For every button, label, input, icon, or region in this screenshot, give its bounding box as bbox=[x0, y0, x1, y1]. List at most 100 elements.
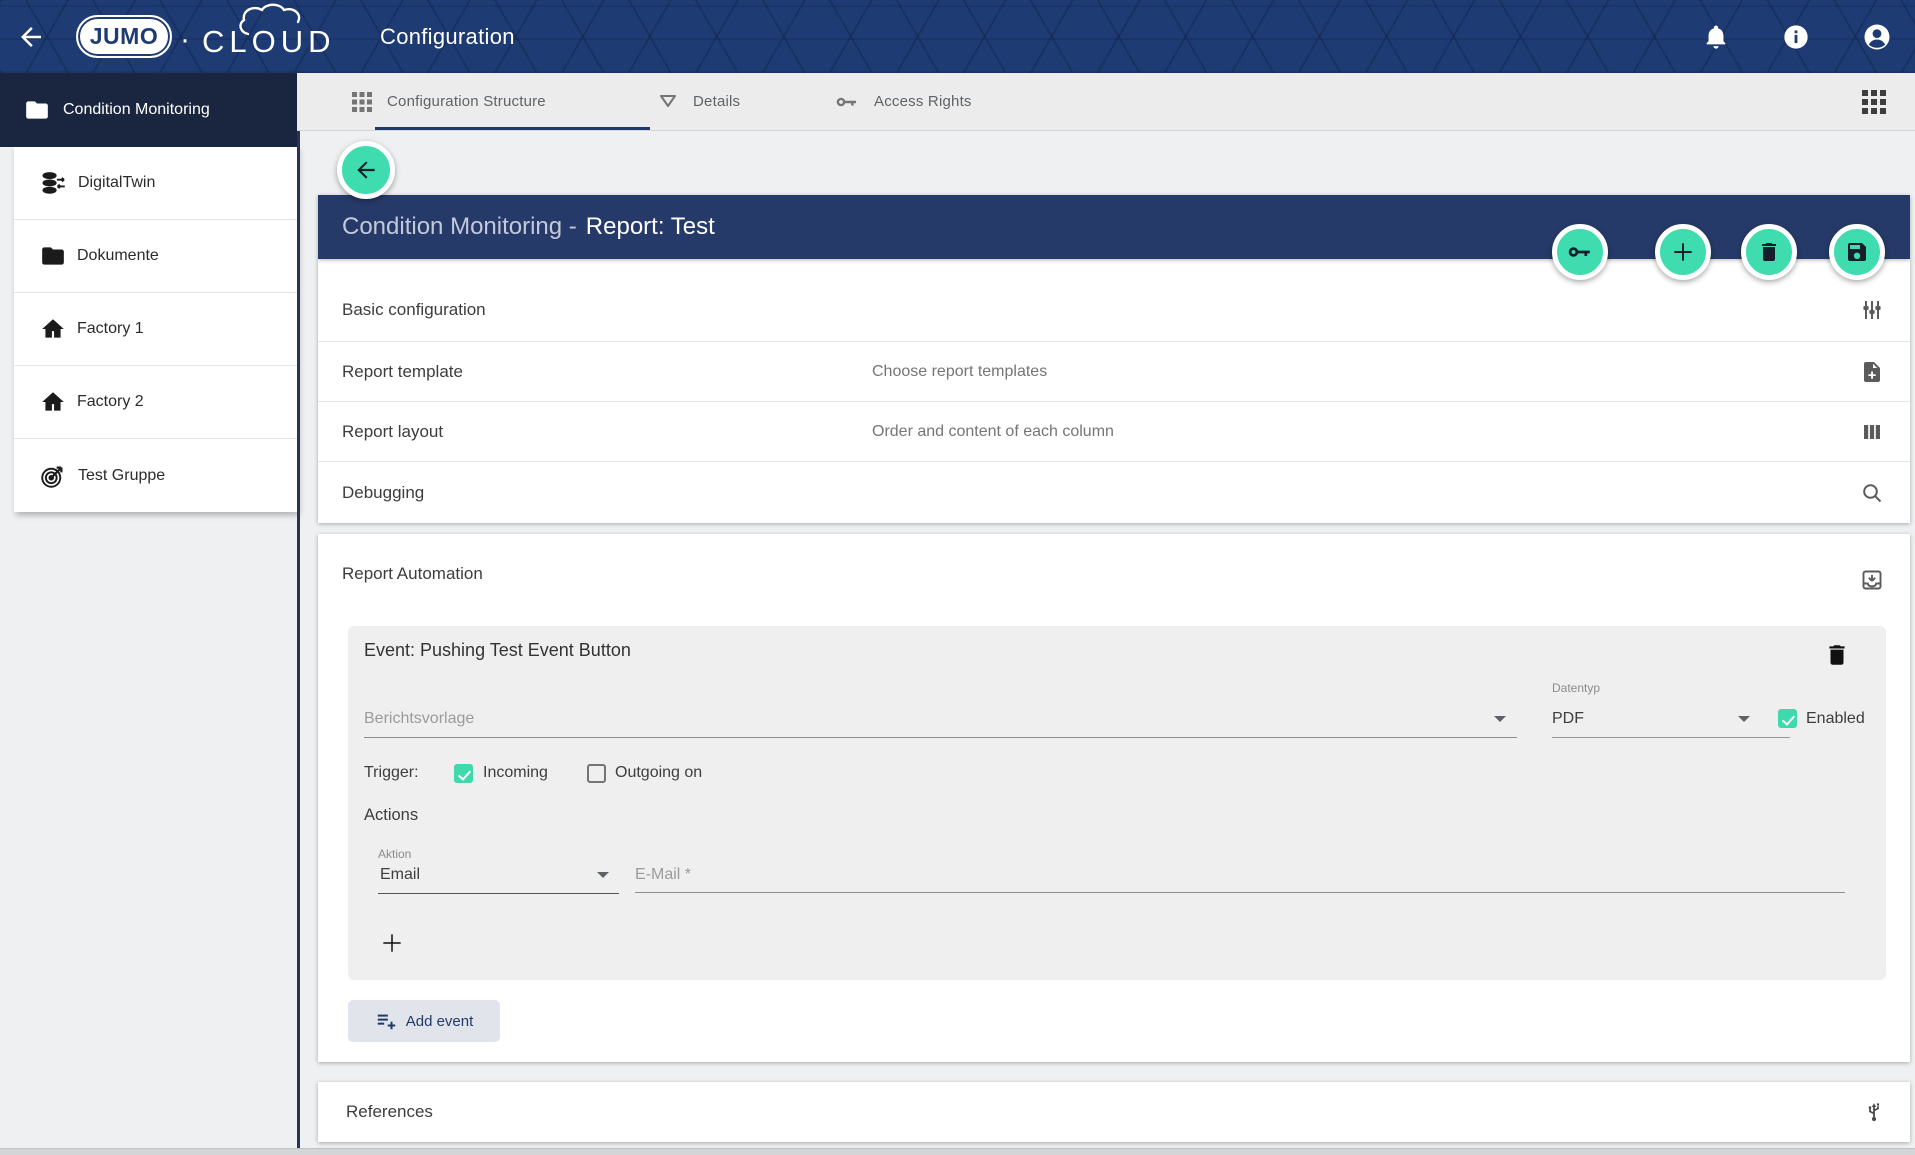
content-scrollbar[interactable] bbox=[297, 131, 300, 1155]
back-fab-button[interactable] bbox=[337, 141, 395, 199]
folder-icon bbox=[24, 97, 50, 123]
search-icon[interactable] bbox=[1860, 481, 1884, 505]
incoming-label: Incoming bbox=[483, 764, 548, 782]
sidebar-item-label: Dokumente bbox=[77, 247, 159, 265]
jumo-logo-text: JUMO bbox=[90, 23, 158, 50]
basic-configuration-card: Basic configuration Report template Choo… bbox=[318, 259, 1910, 523]
incoming-checkbox[interactable] bbox=[454, 764, 473, 783]
action-select[interactable]: Email bbox=[380, 866, 420, 884]
email-field[interactable]: E-Mail * bbox=[635, 866, 691, 884]
notifications-bell-icon[interactable] bbox=[1702, 23, 1730, 51]
sidebar-item-test-gruppe[interactable]: Test Gruppe bbox=[14, 439, 297, 512]
plus-icon bbox=[1670, 239, 1696, 265]
row-label: Basic configuration bbox=[342, 300, 486, 320]
chevron-down-icon[interactable] bbox=[597, 872, 609, 878]
active-tab-indicator bbox=[375, 127, 650, 130]
enabled-checkbox[interactable] bbox=[1778, 709, 1797, 728]
section-title: Report Automation bbox=[342, 564, 483, 584]
funnel-icon bbox=[658, 92, 678, 112]
sidebar-item-digitaltwin[interactable]: DigitalTwin bbox=[14, 147, 297, 220]
datatype-label: Datentyp bbox=[1552, 681, 1600, 695]
row-secondary: Choose report templates bbox=[872, 363, 1047, 381]
back-arrow-icon[interactable] bbox=[16, 22, 46, 52]
grid-view-icon[interactable] bbox=[1862, 90, 1886, 114]
chevron-down-icon[interactable] bbox=[1494, 716, 1506, 722]
app-bar: JUMO · CLOUD Configuration bbox=[0, 0, 1915, 73]
detail-title-prefix: Condition Monitoring - bbox=[342, 213, 577, 241]
tab-access-rights[interactable]: Access Rights bbox=[835, 73, 972, 130]
report-template-select[interactable]: Berichtsvorlage bbox=[364, 710, 474, 728]
references-label: References bbox=[346, 1102, 433, 1122]
save-fab-button[interactable] bbox=[1829, 224, 1885, 280]
tab-details[interactable]: Details bbox=[658, 73, 740, 130]
row-report-template[interactable]: Report template Choose report templates bbox=[318, 342, 1910, 402]
add-event-button[interactable]: Add event bbox=[348, 1000, 500, 1042]
add-event-label: Add event bbox=[406, 1013, 474, 1030]
row-secondary: Order and content of each column bbox=[872, 423, 1114, 441]
page-title: Configuration bbox=[380, 0, 515, 73]
row-label: Debugging bbox=[342, 483, 424, 503]
sidebar-item-dokumente[interactable]: Dokumente bbox=[14, 220, 297, 293]
account-icon[interactable] bbox=[1862, 22, 1890, 50]
grid-icon bbox=[352, 92, 372, 112]
trash-icon bbox=[1757, 240, 1781, 264]
row-label: Report template bbox=[342, 362, 463, 382]
key-icon bbox=[1567, 239, 1593, 265]
outgoing-label: Outgoing on bbox=[615, 764, 702, 782]
tab-configuration-structure[interactable]: Configuration Structure bbox=[352, 73, 546, 130]
references-card[interactable]: References bbox=[318, 1082, 1910, 1142]
target-arrow-icon bbox=[40, 462, 67, 489]
key-icon bbox=[835, 90, 859, 114]
select-underline bbox=[364, 737, 1517, 738]
action-label: Aktion bbox=[378, 847, 411, 861]
report-automation-card: Report Automation Event: Pushing Test Ev… bbox=[318, 534, 1910, 1062]
chevron-down-icon[interactable] bbox=[1738, 716, 1750, 722]
trigger-label: Trigger: bbox=[364, 764, 419, 782]
usb-icon[interactable] bbox=[1862, 1100, 1886, 1124]
event-panel: Event: Pushing Test Event Button Bericht… bbox=[348, 626, 1886, 980]
logo-separator: · bbox=[180, 23, 190, 57]
add-action-button[interactable] bbox=[379, 930, 405, 956]
event-title: Event: Pushing Test Event Button bbox=[364, 640, 631, 661]
row-label: Report layout bbox=[342, 422, 443, 442]
access-rights-fab-button[interactable] bbox=[1552, 224, 1608, 280]
playlist-add-icon bbox=[375, 1010, 397, 1032]
sidebar-item-factory-2[interactable]: Factory 2 bbox=[14, 366, 297, 439]
bottom-edge-strip bbox=[0, 1148, 1915, 1155]
jumo-logo: JUMO bbox=[76, 15, 172, 58]
arrow-left-icon bbox=[353, 157, 379, 183]
detail-title-name: Report: Test bbox=[586, 213, 715, 241]
sidebar-list: DigitalTwin Dokumente Factory 1 Factory … bbox=[14, 147, 297, 512]
row-report-layout[interactable]: Report layout Order and content of each … bbox=[318, 402, 1910, 462]
actions-label: Actions bbox=[364, 806, 418, 825]
sidebar-item-factory-1[interactable]: Factory 1 bbox=[14, 293, 297, 366]
info-icon[interactable] bbox=[1782, 23, 1810, 51]
input-underline bbox=[635, 892, 1845, 893]
row-debugging[interactable]: Debugging bbox=[318, 462, 1910, 523]
outgoing-checkbox[interactable] bbox=[587, 764, 606, 783]
delete-fab-button[interactable] bbox=[1741, 224, 1797, 280]
cloud-logo-text: CLOUD bbox=[202, 24, 336, 60]
trash-icon[interactable] bbox=[1824, 642, 1850, 668]
jumo-cloud-app: JUMO · CLOUD Configuration Configuration… bbox=[0, 0, 1915, 1155]
sidebar-item-label: Condition Monitoring bbox=[63, 101, 210, 119]
select-underline bbox=[378, 893, 619, 894]
folder-icon bbox=[40, 243, 66, 269]
tab-bar: Configuration Structure Details Access R… bbox=[297, 73, 1915, 131]
save-icon bbox=[1845, 240, 1869, 264]
datatype-select[interactable]: PDF bbox=[1552, 710, 1584, 728]
sidebar-item-condition-monitoring[interactable]: Condition Monitoring bbox=[0, 73, 297, 147]
tab-label: Access Rights bbox=[874, 93, 972, 110]
columns-icon[interactable] bbox=[1860, 420, 1884, 444]
sidebar-item-label: Test Gruppe bbox=[78, 467, 165, 485]
digital-twin-database-icon bbox=[40, 170, 67, 197]
note-add-icon[interactable] bbox=[1860, 360, 1884, 384]
add-fab-button[interactable] bbox=[1655, 224, 1711, 280]
tab-label: Details bbox=[693, 93, 740, 110]
home-icon bbox=[40, 389, 66, 415]
tune-sliders-icon[interactable] bbox=[1860, 298, 1884, 322]
sidebar-item-label: Factory 1 bbox=[77, 320, 144, 338]
sidebar-item-label: Factory 2 bbox=[77, 393, 144, 411]
home-icon bbox=[40, 316, 66, 342]
inbox-download-icon[interactable] bbox=[1860, 568, 1884, 592]
